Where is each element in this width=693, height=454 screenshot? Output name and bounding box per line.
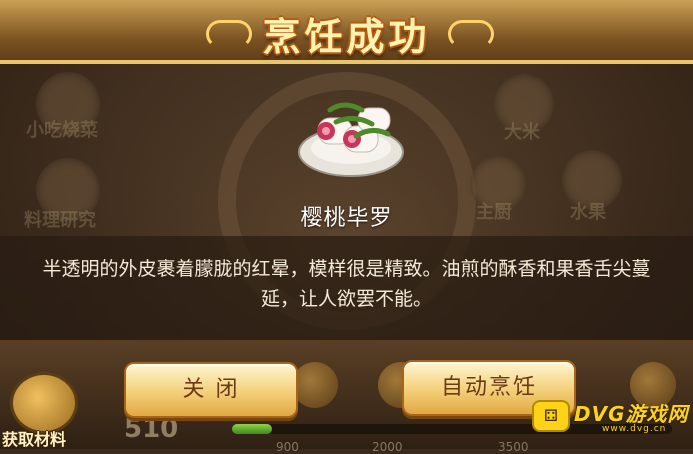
progress-fill [232,424,272,434]
watermark-title: DVG游戏网 [574,402,689,426]
gamepad-icon: ⚃ [532,400,570,432]
dish-name: 樱桃毕罗 [300,206,393,231]
watermark-subtitle: www.dvg.cn [602,424,667,434]
progress-tick: 3500 [498,440,529,454]
materials-label: 获取材料 [2,430,67,449]
close-button[interactable]: 关 闭 [124,362,298,418]
title-banner: 烹饪成功 [0,0,693,64]
page-title: 烹饪成功 [262,15,431,59]
dish-description: 半透明的外皮裹着朦胧的红晕，模样很是精致。油煎的酥香和果香舌尖蔓延，让人欲罢不能… [42,258,651,310]
bg-label-snacks: 小吃烧菜 [26,120,98,141]
material-count: 510 [124,414,179,444]
bg-label-rice: 大米 [504,122,540,143]
reward-icon [292,362,338,408]
progress-tick: 2000 [372,440,403,454]
progress-tick: 900 [276,440,299,454]
cherry-roll-dish-icon [298,102,404,177]
materials-bag-icon[interactable] [10,372,78,434]
watermark: ⚃ DVG游戏网 www.dvg.cn [532,398,692,438]
